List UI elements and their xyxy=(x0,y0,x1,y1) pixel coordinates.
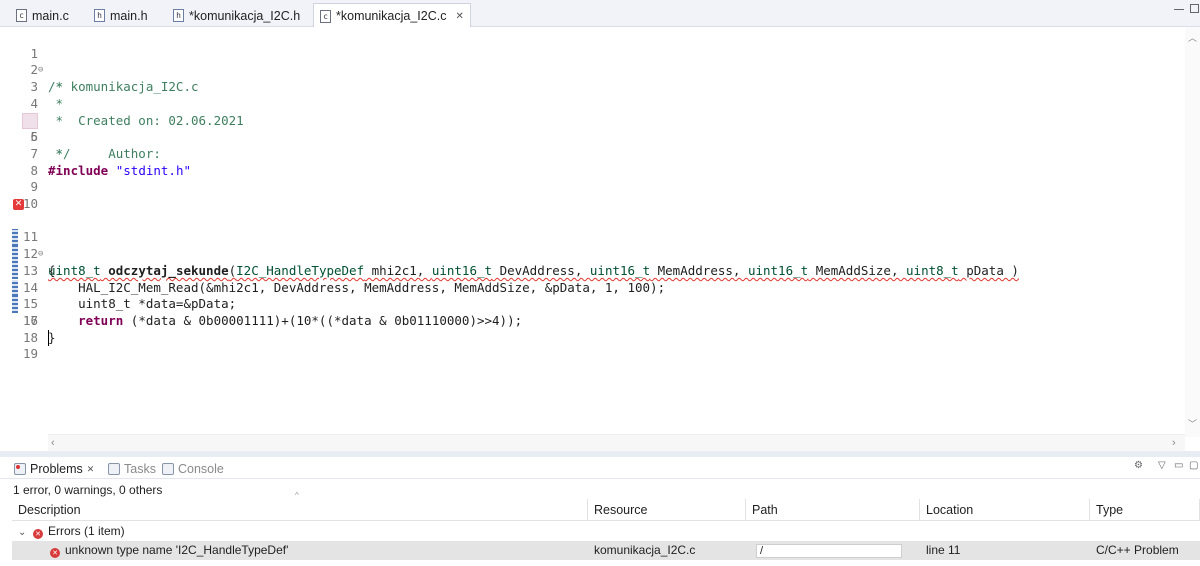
code-line: 1 ⊖ /* xyxy=(0,29,1185,94)
path-field[interactable]: / xyxy=(756,544,902,558)
text-cursor xyxy=(48,329,49,346)
column-location[interactable]: Location xyxy=(920,499,1090,521)
tab-label: main.h xyxy=(110,8,148,23)
vertical-scrollbar[interactable]: ︿ ﹀ xyxy=(1185,27,1200,437)
path-cell[interactable]: / xyxy=(746,541,920,560)
horizontal-scrollbar[interactable]: ‹ › xyxy=(48,434,1185,451)
tab-komunikacja-h[interactable]: h *komunikacja_I2C.h xyxy=(167,4,306,27)
tab-komunikacja-c[interactable]: c *komunikacja_I2C.c ✕ xyxy=(313,3,471,28)
code-line: 2 * komunikacja_I2C.c xyxy=(0,46,1185,94)
code-line: 9 xyxy=(0,163,1185,194)
error-icon: ✕ xyxy=(33,529,43,539)
close-tab-icon[interactable]: ✕ xyxy=(455,11,463,22)
tab-label: *komunikacja_I2C.c xyxy=(336,9,447,23)
code-line: 4 * Created on: 02.06.2021 xyxy=(0,79,1185,128)
problems-icon xyxy=(14,463,26,475)
code-line-error: ✕ 11 ⊖ uint8_t odczytaj_sekunde(I2C_Hand… xyxy=(0,196,1185,278)
tab-main-h[interactable]: h main.h xyxy=(88,4,154,27)
maximize-icon[interactable] xyxy=(1190,4,1199,13)
tab-label: Console xyxy=(178,462,224,476)
table-row[interactable]: ✕ unknown type name 'I2C_HandleTypeDef' k… xyxy=(12,541,1200,560)
scroll-left-icon[interactable]: ‹ xyxy=(51,437,55,449)
close-tab-icon[interactable]: ✕ xyxy=(87,464,95,475)
tab-label: *komunikacja_I2C.h xyxy=(189,8,301,23)
code-line: 12 { xyxy=(0,213,1185,278)
code-line: 10 xyxy=(0,179,1185,211)
console-icon xyxy=(162,463,174,475)
sort-indicator-icon: ^ xyxy=(295,491,299,500)
description-cell: ✕ unknown type name 'I2C_HandleTypeDef' xyxy=(50,541,288,560)
type-cell: C/C++ Problem xyxy=(1096,543,1179,557)
column-description[interactable]: Description xyxy=(12,499,588,521)
tab-console[interactable]: Console xyxy=(162,460,224,478)
code-line: 8 xyxy=(0,146,1185,178)
code-line: 13 HAL_I2C_Mem_Read(&mhi2c1, DevAddress,… xyxy=(0,229,1185,295)
code-line: 15 return (*data & 0b00001111)+(10*((*da… xyxy=(0,263,1185,328)
column-path[interactable]: Path xyxy=(746,499,920,521)
tab-tasks[interactable]: Tasks xyxy=(108,460,156,478)
problems-summary: 1 error, 0 warnings, 0 others xyxy=(13,483,163,497)
c-file-icon: c xyxy=(320,9,331,23)
tasks-icon xyxy=(108,463,120,475)
code-line: 18 xyxy=(0,313,1185,345)
h-file-icon: h xyxy=(94,9,105,22)
tab-label: Problems xyxy=(30,462,83,476)
panel-tab-bar: Problems ✕ Tasks Console ⚙ ▽ ▭ ▢ xyxy=(0,457,1200,479)
scroll-down-icon[interactable]: ﹀ xyxy=(1188,417,1197,430)
scroll-up-icon[interactable]: ︿ xyxy=(1188,31,1197,44)
view-menu-icon[interactable]: ▽ xyxy=(1158,460,1166,471)
code-line: 17 xyxy=(0,296,1185,328)
minimize-icon[interactable]: ▭ xyxy=(1174,460,1183,471)
editor-tab-bar: c main.c h main.h h *komunikacja_I2C.h c… xyxy=(0,0,1200,28)
column-type[interactable]: Type xyxy=(1090,499,1200,521)
minimize-icon[interactable] xyxy=(1174,8,1184,10)
chevron-down-icon[interactable]: ⌄ xyxy=(18,523,28,541)
code-line: 6 */ xyxy=(0,113,1185,161)
code-line: 16 } xyxy=(0,280,1185,345)
resource-cell: komunikacja_I2C.c xyxy=(594,543,696,557)
location-cell: line 11 xyxy=(926,543,961,557)
line-number: 19 xyxy=(22,346,38,362)
code-line-current: 19 xyxy=(0,329,1185,361)
code-line: 3 * xyxy=(0,62,1185,111)
h-file-icon: h xyxy=(173,9,184,22)
tab-problems[interactable]: Problems ✕ xyxy=(14,460,94,478)
group-label: Errors (1 item) xyxy=(48,524,125,538)
tab-main-c[interactable]: c main.c xyxy=(10,4,75,27)
tab-label: main.c xyxy=(32,8,69,23)
scroll-right-icon[interactable]: › xyxy=(1172,437,1176,449)
filter-icon[interactable]: ⚙ xyxy=(1134,460,1143,471)
code-line: 5 * Author: xyxy=(0,96,1185,161)
problems-table: Description ^ Resource Path Location Typ… xyxy=(12,491,1200,566)
c-file-icon: c xyxy=(16,9,27,22)
error-icon: ✕ xyxy=(50,548,60,558)
column-resource[interactable]: Resource xyxy=(588,499,746,521)
error-marker-icon[interactable]: ✕ xyxy=(13,199,24,210)
tree-group-row[interactable]: ⌄ ✕ Errors (1 item) xyxy=(12,522,1200,541)
code-line: 14 uint8_t *data=&pData; xyxy=(0,246,1185,311)
maximize-icon[interactable]: ▢ xyxy=(1189,460,1198,471)
tab-label: Tasks xyxy=(124,462,156,476)
code-editor[interactable]: 1 ⊖ /* 2 * komunikacja_I2C.c 3 * 4 * Cre… xyxy=(0,27,1200,451)
code-line: 7 #include "stdint.h" xyxy=(0,129,1185,178)
